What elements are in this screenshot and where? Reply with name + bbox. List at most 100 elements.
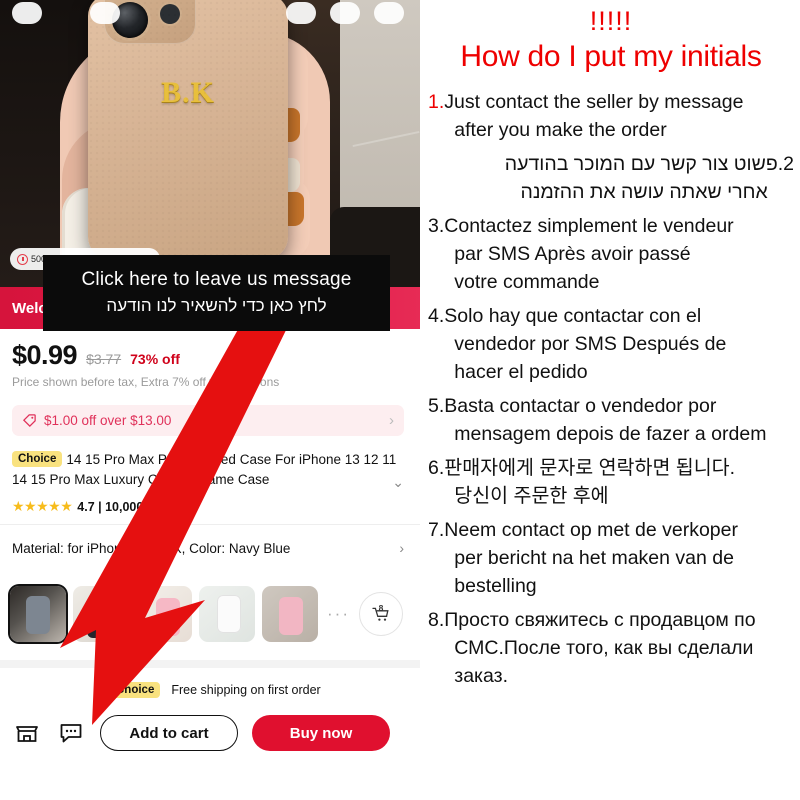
step-text-line: vendedor por SMS Después de bbox=[454, 333, 727, 355]
step-number: 6. bbox=[428, 457, 445, 479]
instruction-step: 8. Просто свяжитесь с продавцом по СМС.Пос… bbox=[428, 606, 794, 690]
step-text-line: Contactez simplement le vendeur bbox=[444, 215, 734, 237]
step-number: 7. bbox=[428, 519, 445, 541]
coupon-label: $1.00 off over $13.00 bbox=[44, 413, 172, 428]
step-number: 8. bbox=[428, 609, 445, 631]
step-text-line: votre commande bbox=[454, 271, 600, 293]
leave-message-overlay: Click here to leave us message לחץ כאן כ… bbox=[43, 255, 390, 331]
step-text-line: par SMS Après avoir passé bbox=[454, 243, 691, 265]
step-text-line: СМС.После того, как вы сделали bbox=[454, 637, 754, 659]
step-text: פשוט צור קשר עם המוכר בהודעה אחרי שאתה עו… bbox=[428, 150, 778, 206]
material-selector-row[interactable]: Material: for iPhone Xr, for X, Color: N… bbox=[12, 540, 404, 556]
step-text-line: after you make the order bbox=[454, 119, 667, 141]
overlay-text-hebrew: לחץ כאן כדי להשאיר לנו הודעה bbox=[106, 296, 327, 315]
bottom-action-bar: Add to cart Buy now bbox=[0, 706, 420, 760]
more-variants-ellipsis[interactable]: ··· bbox=[327, 604, 350, 624]
product-title-block[interactable]: Choice 14 15 Pro Max Personalised Case Fo… bbox=[12, 450, 404, 490]
instruction-step: 3. Contactez simplement le vendeur par SMS… bbox=[428, 212, 794, 296]
step-text-line: Neem contact op met de verkoper bbox=[444, 519, 738, 541]
store-button[interactable] bbox=[12, 718, 42, 748]
step-text-line: mensagem depois de fazer a ordem bbox=[454, 423, 767, 445]
chevron-right-icon: › bbox=[399, 540, 404, 556]
case-initials-text: B.K bbox=[161, 76, 215, 109]
instruction-step: 1. Just contact the seller by message afte… bbox=[428, 88, 794, 144]
step-text-line: заказ. bbox=[454, 665, 508, 687]
chevron-right-icon: › bbox=[389, 412, 394, 429]
coupon-row[interactable]: $1.00 off over $13.00 › bbox=[12, 405, 404, 436]
step-number: 5. bbox=[428, 395, 445, 417]
step-text-line: 판매자에게 문자로 연락하면 됩니다. bbox=[444, 457, 736, 479]
choice-badge: Choice bbox=[110, 682, 161, 698]
instruction-step: 7. Neem contact op met de verkoper per ber… bbox=[428, 516, 794, 600]
step-text: Contactez simplement le vendeur par SMS A… bbox=[444, 212, 794, 296]
instruction-step: 4. Solo hay que contactar con el vendedor … bbox=[428, 302, 794, 386]
hero-chip[interactable] bbox=[374, 2, 404, 24]
page-title: How do I put my initials bbox=[460, 40, 762, 73]
camera-flash-icon bbox=[160, 4, 180, 24]
chat-button[interactable] bbox=[56, 718, 86, 748]
discount-percent: 73% off bbox=[130, 351, 180, 367]
exclamation-marks: !!!!! bbox=[589, 6, 633, 36]
star-rating-icon: ★★★★★ bbox=[12, 498, 73, 514]
clock-icon bbox=[17, 253, 28, 265]
instruction-steps-list: 1. Just contact the seller by message afte… bbox=[428, 88, 794, 690]
section-gap bbox=[0, 660, 420, 668]
product-hero-image[interactable]: B.K 5000+ sold in 24 hours bbox=[0, 0, 420, 287]
hero-chip[interactable] bbox=[286, 2, 316, 24]
cart-button[interactable]: 8 bbox=[358, 592, 403, 636]
step-text-line: per bericht na het maken van de bbox=[454, 547, 734, 569]
step-text-line: Basta contactar o vendedor por bbox=[444, 395, 717, 417]
price-row: $0.99 $3.77 73% off bbox=[12, 340, 180, 371]
variant-thumbnail[interactable] bbox=[262, 586, 318, 642]
buy-now-button[interactable]: Buy now bbox=[252, 715, 390, 751]
thumbnail-phone-image bbox=[279, 597, 303, 635]
thumbnail-phone-image bbox=[87, 600, 111, 638]
add-to-cart-button[interactable]: Add to cart bbox=[100, 715, 238, 751]
hero-chip[interactable] bbox=[330, 2, 360, 24]
thumbnail-phone-image bbox=[26, 596, 50, 634]
step-text-line: Solo hay que contactar con el bbox=[444, 305, 702, 327]
step-text: Просто свяжитесь с продавцом по СМС.После… bbox=[444, 606, 794, 690]
variant-thumbnail[interactable] bbox=[136, 586, 192, 642]
rating-row[interactable]: ★★★★★ 4.7 | 10,000+ sold bbox=[12, 498, 180, 515]
variant-thumbnail[interactable] bbox=[199, 586, 255, 642]
hero-chip[interactable] bbox=[90, 2, 120, 24]
hero-chip[interactable] bbox=[12, 2, 42, 24]
step-text: Solo hay que contactar con el vendedor po… bbox=[444, 302, 794, 386]
product-page-panel: B.K 5000+ sold in 24 hours Welcome Deal bbox=[0, 0, 420, 800]
variant-thumbnail[interactable] bbox=[10, 586, 66, 642]
step-text-line: Just contact the seller by message bbox=[444, 91, 744, 113]
step-text-line: פשוט צור קשר עם המוכר בהודעה bbox=[504, 153, 778, 175]
instruction-step: 2. פשוט צור קשר עם המוכר בהודעה אחרי שאתה … bbox=[428, 150, 794, 206]
step-number: 2. bbox=[777, 153, 794, 175]
tag-icon bbox=[22, 414, 36, 428]
instructions-panel: !!!!! How do I put my initials 1. Just co… bbox=[420, 0, 800, 800]
overlay-text-english: Click here to leave us message bbox=[81, 269, 352, 290]
thumbnail-phone-image bbox=[217, 595, 241, 633]
product-title: 14 15 Pro Max Personalised Case For iPho… bbox=[12, 452, 397, 487]
step-text-line: Просто свяжитесь с продавцом по bbox=[444, 609, 756, 631]
material-label: Material: for iPhone Xr, for X, Color: N… bbox=[12, 540, 291, 556]
step-text-line: bestelling bbox=[454, 575, 537, 597]
step-text-line: אחרי שאתה עושה את ההזמנה bbox=[520, 181, 768, 203]
screenshot-root: B.K 5000+ sold in 24 hours Welcome Deal bbox=[0, 0, 800, 800]
current-price: $0.99 bbox=[12, 340, 78, 370]
instruction-step: 6. 판매자에게 문자로 연락하면 됩니다. 당신이 주문한 후에 bbox=[428, 454, 794, 510]
phone-case-product: B.K bbox=[88, 0, 288, 259]
step-number: 4. bbox=[428, 305, 445, 327]
instruction-step: 5. Basta contactar o vendedor por mensagem… bbox=[428, 392, 794, 448]
chevron-down-icon[interactable]: ⌄ bbox=[392, 474, 404, 491]
free-shipping-row: Choice Free shipping on first order bbox=[110, 682, 321, 698]
chat-bubble-icon bbox=[60, 724, 82, 743]
add-to-cart-label: Add to cart bbox=[129, 724, 209, 742]
section-divider bbox=[0, 524, 420, 525]
step-text-line: 당신이 주문한 후에 bbox=[454, 485, 609, 507]
price-note: Price shown before tax, Extra 7% off wit… bbox=[12, 375, 280, 389]
variant-thumbnail-strip[interactable]: ··· 8 bbox=[10, 586, 403, 642]
step-text-line: hacer el pedido bbox=[454, 361, 588, 383]
thumbnail-phone-image bbox=[156, 598, 180, 636]
free-shipping-label: Free shipping on first order bbox=[171, 683, 321, 697]
step-text: 판매자에게 문자로 연락하면 됩니다. 당신이 주문한 후에 bbox=[444, 454, 794, 510]
step-number: 3. bbox=[428, 215, 445, 237]
variant-thumbnail[interactable] bbox=[73, 586, 129, 642]
